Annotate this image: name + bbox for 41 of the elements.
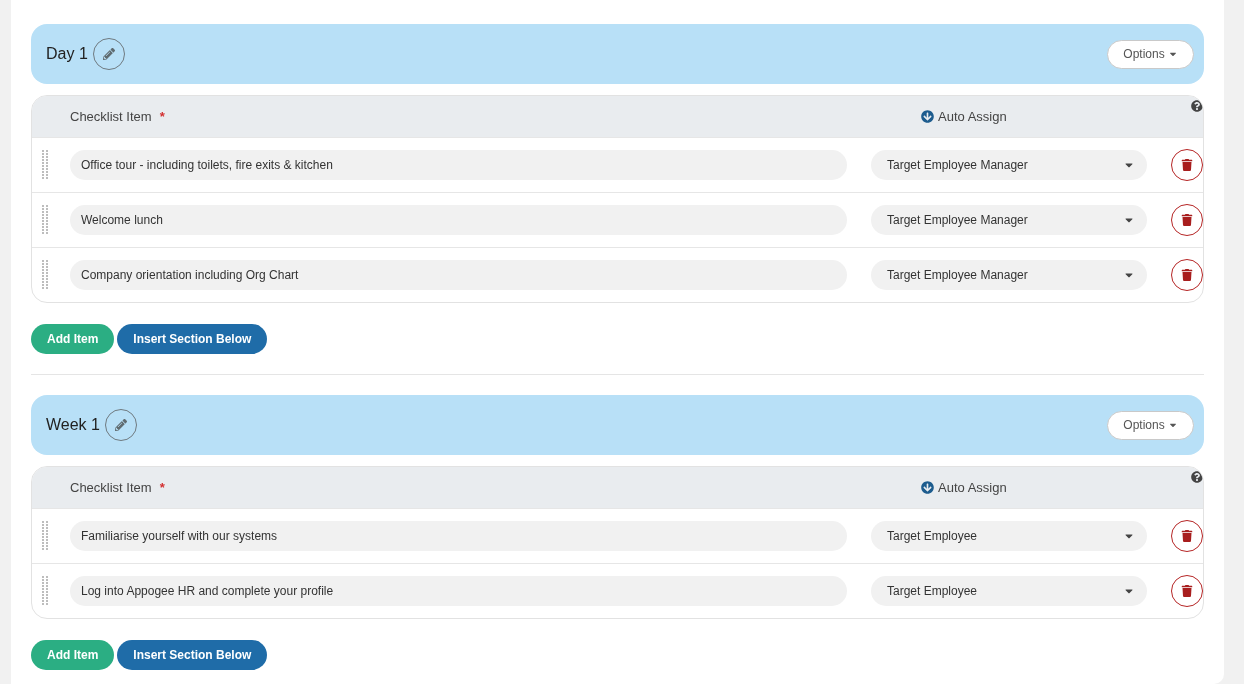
trash-icon <box>1181 214 1193 226</box>
assignee-select[interactable]: Target Employee Manager <box>871 260 1147 290</box>
delete-button[interactable] <box>1171 575 1203 607</box>
insert-section-button[interactable]: Insert Section Below <box>117 324 268 354</box>
assignee-select[interactable]: Target Employee <box>871 521 1147 551</box>
column-header: Checklist Item <box>70 480 152 495</box>
section-title: Day 1 <box>46 45 88 63</box>
assignee-select[interactable]: Target Employee <box>871 576 1147 606</box>
section-title: Week 1 <box>46 416 100 434</box>
item-input[interactable]: Office tour - including toilets, fire exits & kitchen <box>70 150 847 180</box>
options-button[interactable]: Options <box>1107 39 1194 69</box>
assignee-select[interactable]: Target Employee Manager <box>871 150 1147 180</box>
column-header: Checklist Item <box>70 109 152 124</box>
item-input[interactable]: Company orientation including Org Chart <box>70 260 847 290</box>
drag-handle-icon[interactable] <box>42 576 48 606</box>
help-icon[interactable] <box>1191 471 1203 483</box>
delete-button[interactable] <box>1171 520 1203 552</box>
item-input[interactable]: Familiarise yourself with our systems <box>70 521 847 551</box>
trash-icon <box>1181 159 1193 171</box>
column-header: Auto Assign <box>938 109 1007 124</box>
delete-button[interactable] <box>1171 204 1203 236</box>
trash-icon <box>1181 585 1193 597</box>
trash-icon <box>1181 530 1193 542</box>
column-header: Auto Assign <box>938 480 1007 495</box>
options-button[interactable]: Options <box>1107 410 1194 440</box>
help-icon[interactable] <box>1191 100 1203 112</box>
drag-handle-icon[interactable] <box>42 205 48 235</box>
assignee-select[interactable]: Target Employee Manager <box>871 205 1147 235</box>
pencil-icon <box>102 48 115 60</box>
insert-section-button[interactable]: Insert Section Below <box>117 640 268 670</box>
drag-handle-icon[interactable] <box>42 260 48 290</box>
required-mark: * <box>159 109 165 124</box>
trash-icon <box>1181 269 1193 281</box>
drag-handle-icon[interactable] <box>42 150 48 180</box>
pencil-icon <box>114 419 127 431</box>
delete-button[interactable] <box>1171 259 1203 291</box>
required-mark: * <box>159 480 165 495</box>
delete-button[interactable] <box>1171 149 1203 181</box>
item-input[interactable]: Log into Appogee HR and complete your profile <box>70 576 847 606</box>
item-input[interactable]: Welcome lunch <box>70 205 847 235</box>
drag-handle-icon[interactable] <box>42 521 48 551</box>
